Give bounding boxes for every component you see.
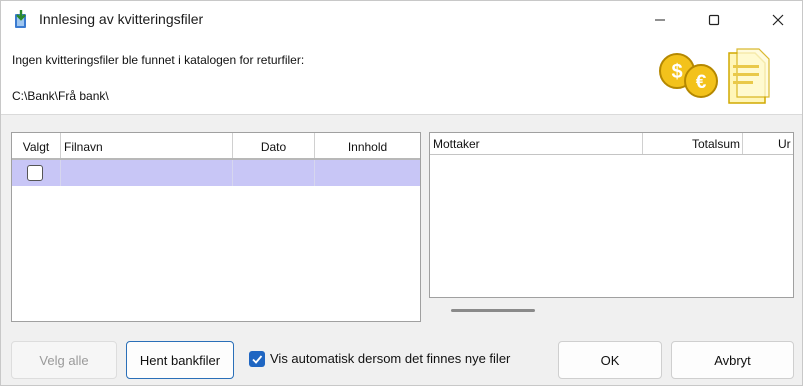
cell-dato[interactable] (233, 160, 315, 186)
ok-button[interactable]: OK (558, 341, 662, 379)
coins-document-icon: $ € (657, 47, 773, 107)
dialog-window: Innlesing av kvitteringsfiler Ingen kvit… (0, 0, 803, 386)
avbryt-button[interactable]: Avbryt (671, 341, 794, 379)
velg-alle-button[interactable]: Velg alle (11, 341, 117, 379)
column-header-innhold[interactable]: Innhold (315, 133, 420, 158)
details-grid[interactable]: Mottaker Totalsum Ur (429, 132, 794, 298)
status-message: Ingen kvitteringsfiler ble funnet i kata… (12, 53, 305, 67)
column-header-ur[interactable]: Ur (743, 133, 793, 154)
horizontal-scrollbar[interactable] (451, 309, 535, 312)
close-icon (772, 14, 784, 26)
header-panel: Ingen kvitteringsfiler ble funnet i kata… (1, 39, 802, 115)
files-grid-header: Valgt Filnavn Dato Innhold (12, 133, 420, 160)
column-header-dato[interactable]: Dato (233, 133, 315, 158)
cell-valgt[interactable] (12, 160, 61, 186)
maximize-button[interactable] (691, 1, 737, 39)
svg-text:€: € (696, 72, 707, 93)
svg-text:$: $ (671, 61, 682, 83)
auto-show-label[interactable]: Vis automatisk dersom det finnes nye fil… (270, 351, 510, 366)
close-button[interactable] (755, 1, 801, 39)
files-grid[interactable]: Valgt Filnavn Dato Innhold (11, 132, 421, 322)
maximize-icon (708, 14, 720, 26)
table-row[interactable] (12, 160, 420, 186)
column-header-totalsum[interactable]: Totalsum (643, 133, 743, 154)
folder-path: C:\Bank\Frå bank\ (12, 89, 109, 103)
download-arrow-icon (12, 10, 30, 30)
cell-innhold[interactable] (315, 160, 420, 186)
minimize-button[interactable] (637, 1, 683, 39)
auto-show-checkbox[interactable] (249, 351, 265, 367)
cell-filnavn[interactable] (61, 160, 233, 186)
column-header-filnavn[interactable]: Filnavn (61, 133, 233, 158)
minimize-icon (655, 19, 665, 21)
window-title: Innlesing av kvitteringsfiler (39, 11, 204, 27)
row-checkbox[interactable] (27, 165, 43, 181)
hent-bankfiler-button[interactable]: Hent bankfiler (126, 341, 234, 379)
checkmark-icon (252, 355, 263, 364)
title-bar[interactable]: Innlesing av kvitteringsfiler (1, 1, 802, 39)
column-header-mottaker[interactable]: Mottaker (430, 133, 643, 154)
details-grid-header: Mottaker Totalsum Ur (430, 133, 793, 155)
column-header-valgt[interactable]: Valgt (12, 133, 61, 158)
